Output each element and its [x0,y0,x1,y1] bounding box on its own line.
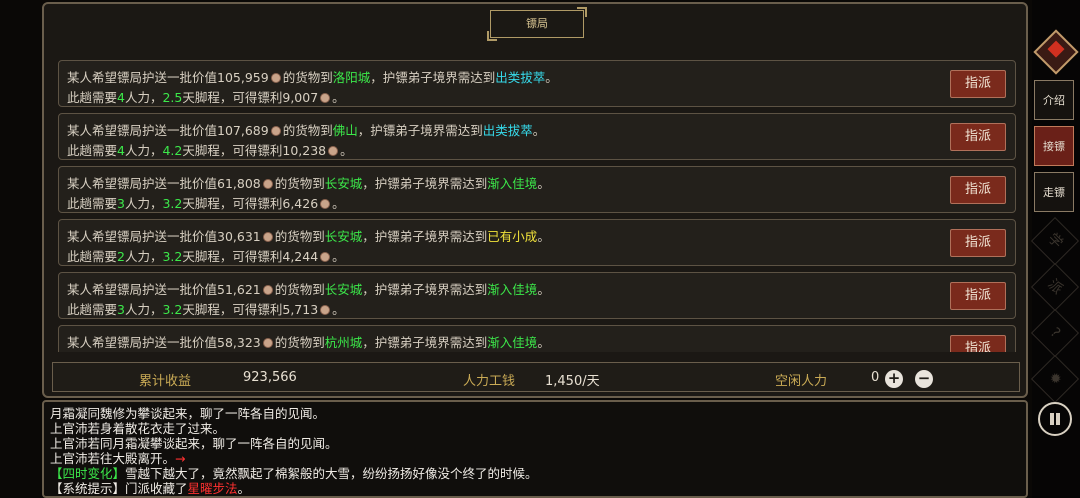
plus-icon[interactable]: + [885,370,903,388]
job-description: 某人希望镖局护送一批价值58,323 的货物到杭州城，护镖弟子境界需达到渐入佳境。 [67,335,550,350]
job-description: 某人希望镖局护送一批价值107,689 的货物到佛山，护镖弟子境界需达到出类拔萃。 [67,123,546,138]
escort-job-list[interactable]: 某人希望镖局护送一批价值105,959 的货物到洛阳城，护镖弟子境界需达到出类拔萃… [58,60,1016,352]
wage-label: 人力工钱 [463,374,516,389]
message-log: 月霜凝同魏修为攀谈起来，聊了一阵各自的见闻。 上官沛若身着散花衣走了过来。 上官… [42,400,1028,498]
required-people: 4 [117,90,125,105]
log-line: 【系统提示】门派收藏了星曜步法。 [50,481,251,496]
travel-days: 3.2 [162,196,183,211]
required-people: 3 [117,196,125,211]
coin-icon [262,285,273,295]
destination-city: 长安城 [324,282,363,297]
income-value: 923,566 [243,370,297,385]
stats-bar: 累计收益 923,566 人力工钱 1,450/天 空闲人力 0 + − [52,362,1020,392]
log-line: 月霜凝同魏修为攀谈起来，聊了一阵各自的见闻。 [50,406,326,421]
income-label: 累计收益 [139,374,192,389]
coin-icon [262,179,273,189]
idle-label: 空闲人力 [775,374,828,389]
destination-city: 洛阳城 [332,70,371,85]
destination-city: 佛山 [332,123,358,138]
coin-icon [270,126,281,136]
job-row: 某人希望镖局护送一批价值105,959 的货物到洛阳城，护镖弟子境界需达到出类拔萃… [58,60,1016,107]
coin-icon [262,232,273,242]
required-realm: 渐入佳境 [487,176,538,191]
job-row: 某人希望镖局护送一批价值30,631 的货物到长安城，护镖弟子境界需达到已有小成。… [58,219,1016,266]
wage-value: 1,450/天 [545,374,600,389]
required-people: 3 [117,302,125,317]
coin-icon [320,252,331,262]
assign-button[interactable]: 指派 [950,282,1006,310]
log-line: 【四时变化】雪越下越大了，竟然飘起了棉絮般的大雪，纷纷扬扬好像没个终了的时候。 [50,466,538,481]
minus-icon[interactable]: − [915,370,933,388]
assign-button[interactable]: 指派 [950,70,1006,98]
job-requirements: 此趟需要3人力，3.2天脚程，可得镖利6,426。 [67,196,345,211]
required-realm: 出类拔萃 [482,123,533,138]
log-line: 上官沛若同月霜凝攀谈起来，聊了一阵各自的见闻。 [50,436,338,451]
required-realm: 出类拔萃 [495,70,546,85]
travel-days: 3.2 [162,302,183,317]
job-requirements: 此趟需要3人力，3.2天脚程，可得镖利5,713。 [67,302,345,317]
log-tag: 【四时变化】 [50,466,126,481]
job-requirements: 此趟需要2人力，3.2天脚程，可得镖利4,244。 [67,249,345,264]
job-requirements: 此趟需要4人力，4.2天脚程，可得镖利10,238。 [67,143,353,158]
log-tag: 【系统提示】 [50,481,126,496]
coin-icon [320,199,331,209]
coin-icon [320,305,331,315]
assign-button[interactable]: 指派 [950,176,1006,204]
job-row: 某人希望镖局护送一批价值58,323 的货物到杭州城，护镖弟子境界需达到渐入佳境。… [58,325,1016,352]
coin-icon [320,93,331,103]
travel-days: 2.5 [162,90,183,105]
panel-title: 镖局 [487,7,587,41]
idle-value: 0 [871,370,880,385]
job-row: 某人希望镖局护送一批价值107,689 的货物到佛山，护镖弟子境界需达到出类拔萃。… [58,113,1016,160]
assign-button[interactable]: 指派 [950,123,1006,151]
escort-agency-panel: 镖局 某人希望镖局护送一批价值105,959 的货物到洛阳城，护镖弟子境界需达到出… [42,2,1028,398]
nav-intro-button[interactable]: 介绍 [1034,80,1074,120]
travel-days: 4.2 [162,143,183,158]
job-row: 某人希望镖局护送一批价值61,808 的货物到长安城，护镖弟子境界需达到渐入佳境。… [58,166,1016,213]
required-people: 2 [117,249,125,264]
job-description: 某人希望镖局护送一批价值30,631 的货物到长安城，护镖弟子境界需达到已有小成。 [67,229,550,244]
job-description: 某人希望镖局护送一批价值51,621 的货物到长安城，护镖弟子境界需达到渐入佳境。 [67,282,550,297]
assign-button[interactable]: 指派 [950,335,1006,352]
job-requirements: 此趟需要4人力，2.5天脚程，可得镖利9,007。 [67,90,345,105]
job-description: 某人希望镖局护送一批价值61,808 的货物到长安城，护镖弟子境界需达到渐入佳境。 [67,176,550,191]
required-people: 4 [117,143,125,158]
destination-city: 长安城 [324,176,363,191]
coin-icon [328,146,339,156]
destination-city: 长安城 [324,229,363,244]
log-line: 上官沛若身着散花衣走了过来。 [50,421,226,436]
log-item: 星曜步法 [187,481,238,496]
required-realm: 已有小成 [487,229,538,244]
log-line: 上官沛若往大殿离开。→ [50,451,186,466]
destination-city: 杭州城 [324,335,363,350]
pause-icon[interactable] [1038,402,1072,436]
travel-days: 3.2 [162,249,183,264]
required-realm: 渐入佳境 [487,282,538,297]
job-row: 某人希望镖局护送一批价值51,621 的货物到长安城，护镖弟子境界需达到渐入佳境。… [58,272,1016,319]
job-description: 某人希望镖局护送一批价值105,959 的货物到洛阳城，护镖弟子境界需达到出类拔萃… [67,70,558,85]
required-realm: 渐入佳境 [487,335,538,350]
coin-icon [262,338,273,348]
assign-button[interactable]: 指派 [950,229,1006,257]
nav-escort-button[interactable]: 走镖 [1034,172,1074,212]
nav-accept-escort-button[interactable]: 接镖 [1034,126,1074,166]
coin-icon [270,73,281,83]
arrow-right-icon: → [175,451,186,466]
